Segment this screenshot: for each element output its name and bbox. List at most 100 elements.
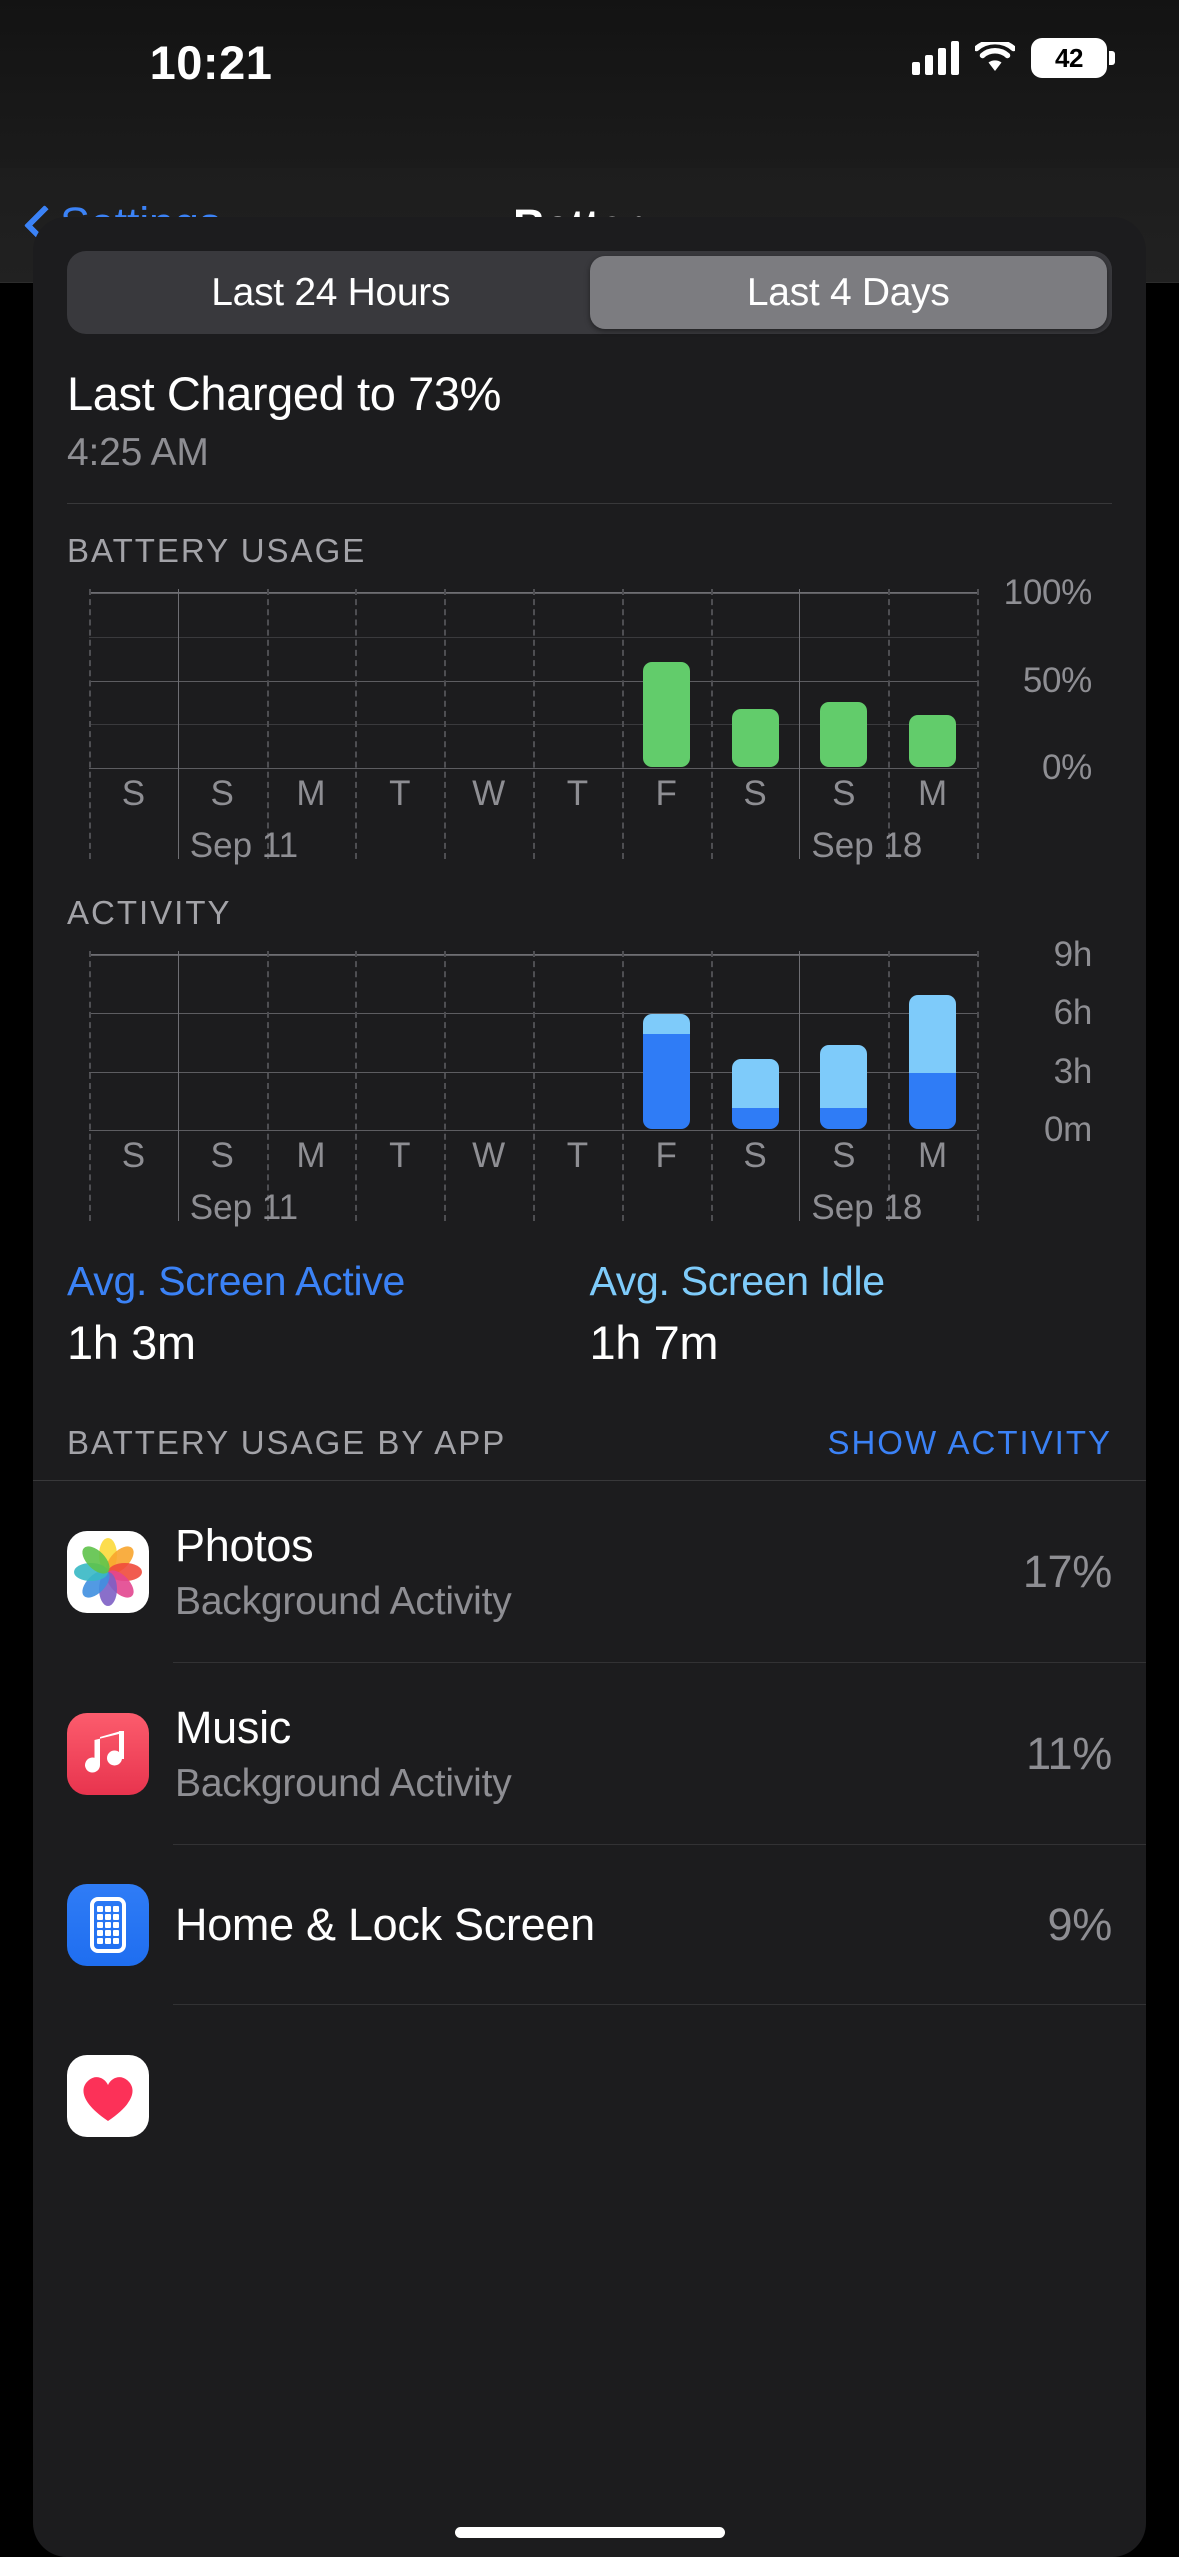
chart-bar <box>820 702 868 767</box>
y-axis-tick-label: 3h <box>1053 1051 1093 1091</box>
app-subtitle: Background Activity <box>175 1580 512 1623</box>
last-charged-block: Last Charged to 73% 4:25 AM <box>33 334 1146 475</box>
show-activity-button[interactable]: SHOW ACTIVITY <box>827 1424 1112 1462</box>
home-lock-screen-icon <box>67 1884 149 1966</box>
chart-bar <box>642 1014 690 1129</box>
cellular-bars-icon <box>912 41 959 75</box>
activity-x-axis: S S M T W T F S S M Sep 11 Sep 18 <box>89 1132 977 1227</box>
x-axis-tick-label: S <box>210 774 234 813</box>
bar-segment-idle <box>642 1014 690 1034</box>
status-bar-time: 10:21 <box>149 36 273 89</box>
x-axis-tick-label: T <box>389 1136 411 1175</box>
status-bar-indicators: 42 <box>912 38 1115 78</box>
avg-screen-idle-label: Avg. Screen Idle <box>589 1258 886 1304</box>
battery-usage-chart-label: BATTERY USAGE <box>67 532 367 569</box>
x-axis-tick-label: M <box>918 774 948 813</box>
x-axis-tick-label: T <box>566 1136 589 1175</box>
x-axis-tick-label: W <box>472 1136 506 1175</box>
chart-bar <box>731 1059 779 1129</box>
chart-bar <box>642 662 690 767</box>
table-row[interactable] <box>33 2005 1146 2187</box>
segment-last-4-days[interactable]: Last 4 Days <box>589 256 1107 329</box>
photos-icon <box>67 1531 149 1613</box>
last-charged-title: Last Charged to 73% <box>67 367 501 420</box>
x-axis-tick-label: M <box>296 1136 326 1175</box>
scroll-content[interactable]: Last 24 Hours Last 4 Days Last Charged t… <box>0 217 1179 2557</box>
time-range-segmented-control[interactable]: Last 24 Hours Last 4 Days <box>67 251 1112 334</box>
y-axis-tick-label: 50% <box>1022 660 1092 700</box>
bar-segment-active <box>909 1072 957 1129</box>
activity-chart-label: ACTIVITY <box>67 894 232 931</box>
week-start-label: Sep 11 <box>189 826 299 865</box>
app-text: Photos Background Activity <box>175 1520 1023 1624</box>
music-icon <box>67 1713 149 1795</box>
x-axis-tick-label: T <box>389 774 411 813</box>
phone-grid <box>97 1906 119 1944</box>
x-axis-tick-label: W <box>472 774 506 813</box>
bar-segment-idle <box>820 1045 868 1108</box>
y-axis-tick-label: 100% <box>1003 573 1093 612</box>
grid-separator <box>977 951 979 1221</box>
y-axis-tick-label: 0% <box>1042 748 1092 787</box>
x-axis-tick-label: S <box>832 1136 856 1175</box>
avg-screen-idle: Avg. Screen Idle 1h 7m <box>590 1258 1113 1370</box>
y-axis-tick-label: 9h <box>1053 935 1093 974</box>
bar-segment-active <box>642 1033 690 1129</box>
table-row[interactable]: Photos Background Activity 17% <box>33 1481 1146 1663</box>
x-axis-tick-label: T <box>566 774 589 813</box>
chart-bar <box>820 1045 868 1129</box>
app-text: Home & Lock Screen <box>175 1899 1048 1951</box>
week-start-label: Sep 18 <box>811 826 923 865</box>
week-start-label: Sep 18 <box>811 1188 923 1227</box>
table-row[interactable]: Home & Lock Screen 9% <box>33 1845 1146 2005</box>
y-axis-tick-label: 6h <box>1053 993 1093 1033</box>
grid-separator <box>977 589 979 859</box>
battery-usage-by-app-label: BATTERY USAGE BY APP <box>67 1424 507 1461</box>
battery-usage-plot-area: 0% 50% 100% <box>89 573 1092 859</box>
bar-segment-idle <box>731 1059 779 1108</box>
x-axis-tick-label: M <box>918 1136 948 1175</box>
battery-icon: 42 <box>1031 38 1115 78</box>
bar-segment-active <box>731 1107 779 1129</box>
activity-chart[interactable]: 0m 3h 6h 9h S S M T W T F S S M Sep 11 Sep 18 <box>67 935 1112 1227</box>
activity-chart-block: ACTIVITY 0m 3h 6h 9h S S M T W T F S S M Sep 11 Sep 18 <box>33 860 1146 1227</box>
x-axis-tick-label: S <box>743 774 767 813</box>
avg-screen-active-value: 1h 3m <box>67 1316 196 1369</box>
battery-percent-label: 42 <box>1055 42 1083 73</box>
activity-plot-area: 0m 3h 6h 9h <box>89 935 1092 1221</box>
app-text: Music Background Activity <box>175 1702 1026 1806</box>
table-row[interactable]: Music Background Activity 11% <box>33 1663 1146 1845</box>
apps-section-header: BATTERY USAGE BY APP SHOW ACTIVITY <box>33 1370 1146 1480</box>
status-bar: 10:21 42 <box>0 0 1179 168</box>
chart-bar <box>909 994 957 1129</box>
app-subtitle: Background Activity <box>175 1762 512 1805</box>
segment-last-24-hours[interactable]: Last 24 Hours <box>72 256 590 329</box>
bar-series <box>89 592 977 767</box>
y-axis-tick-label: 0m <box>1043 1110 1092 1149</box>
app-percent: 17% <box>1022 1546 1112 1597</box>
x-axis-tick-label: F <box>655 774 677 813</box>
x-axis-tick-label: S <box>210 1136 234 1175</box>
battery-usage-x-axis: S S M T W T F S S M Sep 11 Sep 18 <box>89 770 977 865</box>
bar-segment-active <box>820 1107 868 1129</box>
x-axis-tick-label: F <box>655 1136 677 1175</box>
app-percent: 9% <box>1047 1899 1113 1950</box>
x-axis-tick-label: S <box>743 1136 767 1175</box>
last-charged-time: 4:25 AM <box>67 431 209 474</box>
home-indicator <box>454 2527 725 2538</box>
averages-row: Avg. Screen Active 1h 3m Avg. Screen Idl… <box>33 1222 1146 1370</box>
x-axis-tick-label: S <box>832 774 856 813</box>
avg-screen-active: Avg. Screen Active 1h 3m <box>67 1258 590 1370</box>
avg-screen-active-label: Avg. Screen Active <box>67 1258 405 1304</box>
app-name: Home & Lock Screen <box>175 1899 595 1950</box>
x-axis-tick-label: M <box>296 774 326 813</box>
app-percent: 11% <box>1026 1728 1112 1779</box>
health-icon <box>67 2055 149 2137</box>
x-axis-tick-label: S <box>121 774 146 813</box>
bar-segment-idle <box>909 994 957 1073</box>
chart-bar <box>731 709 779 767</box>
chart-bar <box>909 714 957 767</box>
battery-card: Last 24 Hours Last 4 Days Last Charged t… <box>33 217 1146 2557</box>
battery-usage-chart[interactable]: 0% 50% 100% S S M T W T F S S M Sep 11 Sep 18 <box>67 573 1112 865</box>
app-name: Music <box>175 1702 292 1753</box>
